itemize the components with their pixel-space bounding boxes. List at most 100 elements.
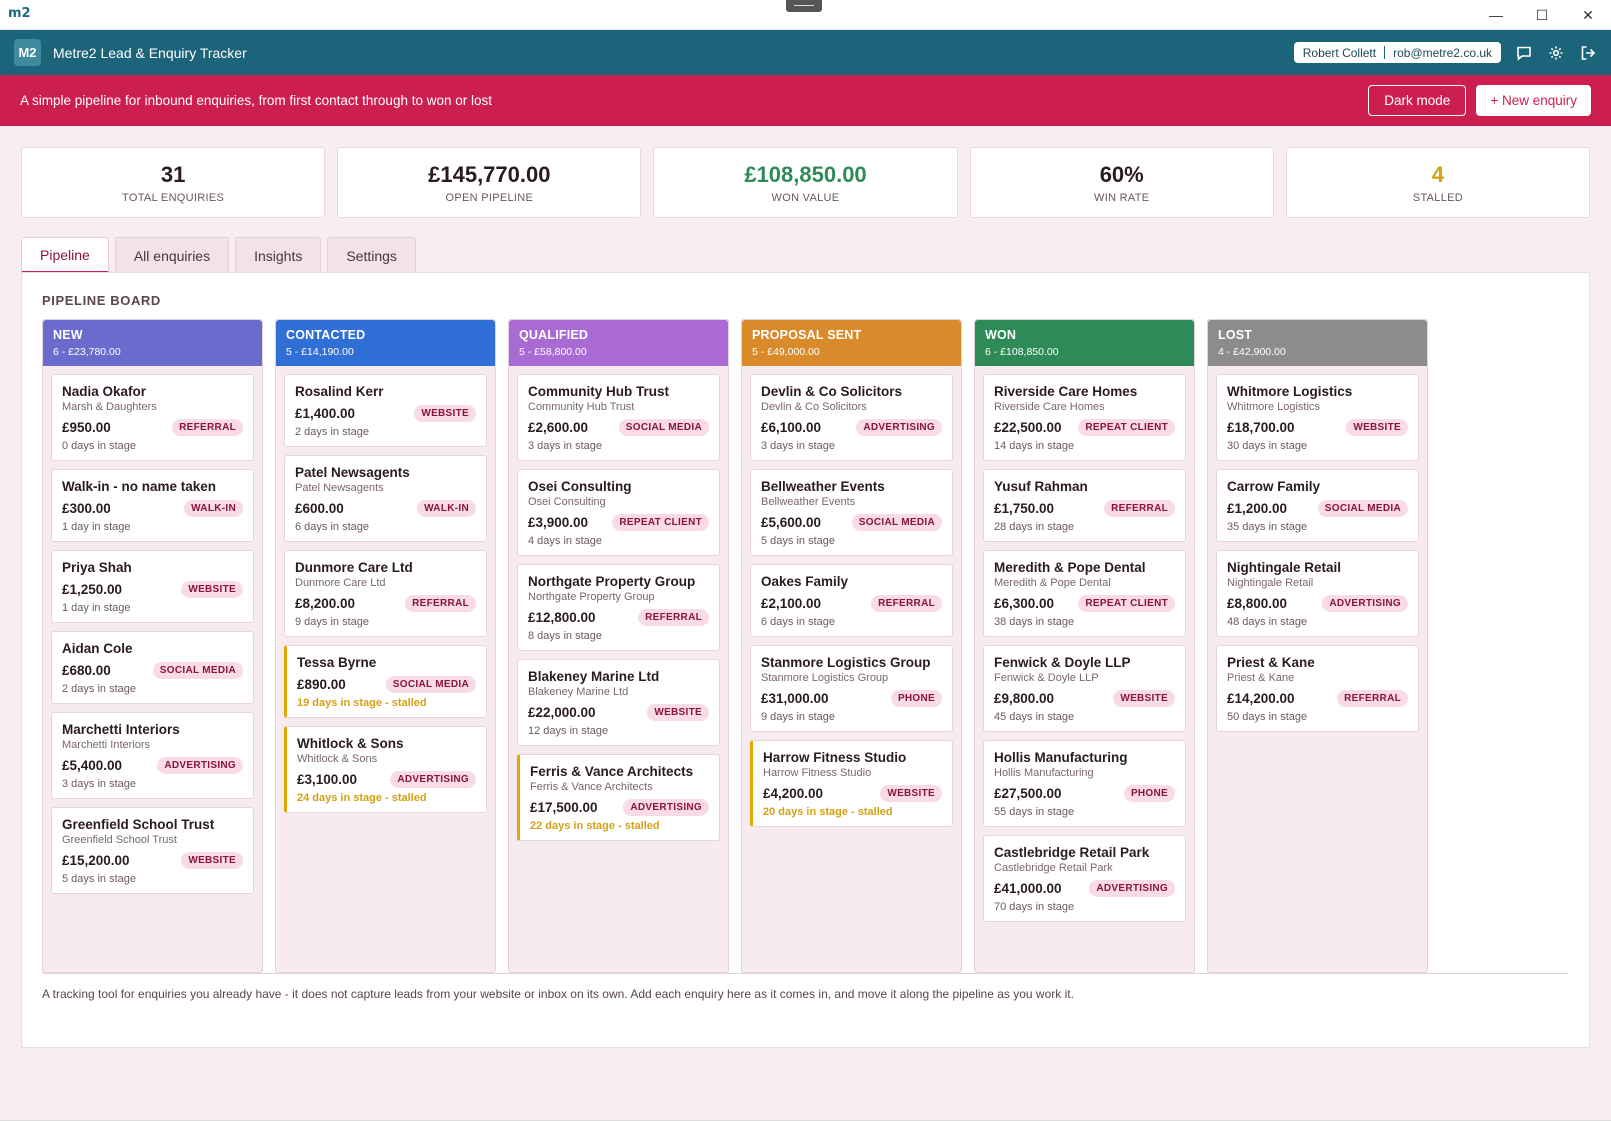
column-name: PROPOSAL SENT: [752, 328, 862, 342]
pipeline-column-lost: LOST 4 - £42,900.00 Whitmore Logistics Whit…: [1207, 319, 1428, 973]
days-in-stage: 9 days in stage: [761, 711, 835, 723]
enquiry-card[interactable]: Greenfield School Trust Greenfield School…: [51, 807, 254, 894]
enquiry-card[interactable]: Harrow Fitness Studio Harrow Fitness Stud…: [750, 740, 953, 827]
column-header: PROPOSAL SENT 5 - £49,000.00: [742, 320, 961, 366]
enquiry-card[interactable]: Rosalind Kerr £1,400.00 WEBSITE 2 days in s…: [284, 374, 487, 447]
tab-insights[interactable]: Insights: [235, 237, 322, 274]
enquiry-card[interactable]: Devlin & Co Solicitors Devlin & Co Solici…: [750, 374, 953, 461]
enquiry-name: Blakeney Marine Ltd: [528, 669, 660, 684]
enquiry-value: £2,100.00: [761, 596, 822, 611]
enquiry-card[interactable]: Castlebridge Retail Park Castlebridge Ret…: [983, 835, 1186, 922]
enquiry-value: £18,700.00: [1227, 420, 1295, 435]
enquiry-card[interactable]: Whitmore Logistics Whitmore Logistics £18,…: [1216, 374, 1419, 461]
source-badge: REPEAT CLIENT: [612, 514, 709, 531]
enquiry-organisation: Bellweather Events: [761, 496, 856, 508]
stat-value: 4: [1431, 161, 1445, 187]
app-icon: m2: [8, 5, 31, 21]
enquiry-card[interactable]: Carrow Family £1,200.00 SOCIAL MEDIA 35 day…: [1216, 469, 1419, 542]
enquiry-card[interactable]: Meredith & Pope Dental Meredith & Pope De…: [983, 550, 1186, 637]
dark-mode-button[interactable]: Dark mode: [1368, 85, 1467, 116]
enquiry-card[interactable]: Tessa Byrne £890.00 SOCIAL MEDIA 19 days in…: [284, 645, 487, 718]
tab-all-enquiries[interactable]: All enquiries: [114, 237, 230, 274]
enquiry-value: £8,800.00: [1227, 596, 1288, 611]
enquiry-card[interactable]: Nightingale Retail Nightingale Retail £8,8…: [1216, 550, 1419, 637]
enquiry-value-row: £300.00 WALK-IN: [62, 500, 243, 517]
enquiry-card[interactable]: Priest & Kane Priest & Kane £14,200.00 REFE…: [1216, 645, 1419, 732]
enquiry-card[interactable]: Osei Consulting Osei Consulting £3,900.00 R…: [517, 469, 720, 556]
enquiry-value: £4,200.00: [763, 786, 824, 801]
enquiry-organisation: Osei Consulting: [528, 496, 606, 508]
source-badge: REPEAT CLIENT: [1078, 595, 1175, 612]
enquiry-value-row: £15,200.00 WEBSITE: [62, 852, 243, 869]
enquiry-card[interactable]: Fenwick & Doyle LLP Fenwick & Doyle LLP £9…: [983, 645, 1186, 732]
enquiry-card[interactable]: Aidan Cole £680.00 SOCIAL MEDIA 2 days in s…: [51, 631, 254, 704]
enquiry-card[interactable]: Northgate Property Group Northgate Proper…: [517, 564, 720, 651]
source-badge: REFERRAL: [405, 595, 476, 612]
enquiry-value: £3,900.00: [528, 515, 589, 530]
enquiry-card[interactable]: Dunmore Care Ltd Dunmore Care Ltd £8,200.0…: [284, 550, 487, 637]
tab-pipeline[interactable]: Pipeline: [21, 237, 109, 274]
enquiry-organisation: Ferris & Vance Architects: [530, 781, 653, 793]
enquiry-card[interactable]: Stanmore Logistics Group Stanmore Logisti…: [750, 645, 953, 732]
pipeline-column-won: WON 6 - £108,850.00 Riverside Care Homes Ri…: [974, 319, 1195, 973]
enquiry-name: Devlin & Co Solicitors: [761, 384, 903, 399]
enquiry-card[interactable]: Nadia Okafor Marsh & Daughters £950.00 REFE…: [51, 374, 254, 461]
enquiry-card[interactable]: Oakes Family £2,100.00 REFERRAL 6 days in s…: [750, 564, 953, 637]
enquiry-card[interactable]: Hollis Manufacturing Hollis Manufacturing…: [983, 740, 1186, 827]
source-badge: PHONE: [1123, 785, 1175, 802]
column-name: CONTACTED: [286, 328, 366, 342]
enquiry-name: Greenfield School Trust: [62, 817, 215, 832]
enquiry-value: £27,500.00: [994, 786, 1062, 801]
enquiry-organisation: Hollis Manufacturing: [994, 767, 1094, 779]
enquiry-card[interactable]: Blakeney Marine Ltd Blakeney Marine Ltd £2…: [517, 659, 720, 746]
gear-icon[interactable]: [1547, 44, 1565, 62]
days-in-stage: 38 days in stage: [994, 616, 1075, 628]
enquiry-card[interactable]: Patel Newsagents Patel Newsagents £600.00 W…: [284, 455, 487, 542]
drag-handle[interactable]: [786, 0, 822, 12]
pipeline-column-contacted: CONTACTED 5 - £14,190.00 Rosalind Kerr £1,4…: [275, 319, 496, 973]
enquiry-name: Priya Shah: [62, 560, 132, 575]
enquiry-card[interactable]: Marchetti Interiors Marchetti Interiors £5…: [51, 712, 254, 799]
days-in-stage: 9 days in stage: [295, 616, 369, 628]
enquiry-card[interactable]: Walk-in - no name taken £300.00 WALK-IN 1 d…: [51, 469, 254, 542]
days-in-stage: 2 days in stage: [62, 683, 136, 695]
close-button[interactable]: ✕: [1565, 0, 1611, 30]
enquiry-value: £22,000.00: [528, 705, 596, 720]
days-in-stage: 28 days in stage: [994, 521, 1075, 533]
enquiry-card[interactable]: Community Hub Trust Community Hub Trust £2…: [517, 374, 720, 461]
user-name: Robert Collett: [1302, 45, 1377, 60]
tab-settings[interactable]: Settings: [327, 237, 416, 274]
enquiry-organisation: Marchetti Interiors: [62, 739, 151, 751]
enquiry-name: Patel Newsagents: [295, 465, 410, 480]
enquiry-card[interactable]: Yusuf Rahman £1,750.00 REFERRAL 28 days in …: [983, 469, 1186, 542]
enquiry-name: Community Hub Trust: [528, 384, 669, 399]
chat-icon[interactable]: [1515, 44, 1533, 62]
new-enquiry-button[interactable]: + New enquiry: [1476, 85, 1591, 116]
source-badge: ADVERTISING: [856, 419, 942, 436]
enquiry-name: Whitmore Logistics: [1227, 384, 1353, 399]
days-in-stage: 1 day in stage: [62, 602, 131, 614]
enquiry-organisation: Patel Newsagents: [295, 482, 384, 494]
enquiry-card[interactable]: Ferris & Vance Architects Ferris & Vance …: [517, 754, 720, 841]
enquiry-name: Bellweather Events: [761, 479, 885, 494]
enquiry-value: £12,800.00: [528, 610, 596, 625]
logout-icon[interactable]: [1579, 44, 1597, 62]
source-badge: WALK-IN: [417, 500, 476, 517]
user-chip[interactable]: Robert Collett rob@metre2.co.uk: [1293, 42, 1501, 63]
enquiry-card[interactable]: Bellweather Events Bellweather Events £5,6…: [750, 469, 953, 556]
enquiry-organisation: Northgate Property Group: [528, 591, 655, 603]
days-in-stage: 8 days in stage: [528, 630, 602, 642]
window-controls: — ☐ ✕: [1473, 0, 1611, 30]
source-badge: SOCIAL MEDIA: [152, 662, 243, 679]
source-badge: REFERRAL: [172, 419, 243, 436]
enquiry-card[interactable]: Whitlock & Sons Whitlock & Sons £3,100.00 A…: [284, 726, 487, 813]
source-badge: WALK-IN: [184, 500, 243, 517]
enquiry-name: Nightingale Retail: [1227, 560, 1342, 575]
maximize-button[interactable]: ☐: [1519, 0, 1565, 30]
enquiry-card[interactable]: Priya Shah £1,250.00 WEBSITE 1 day in stage: [51, 550, 254, 623]
enquiry-card[interactable]: Riverside Care Homes Riverside Care Homes…: [983, 374, 1186, 461]
stat-label: STALLED: [1412, 191, 1464, 204]
minimize-button[interactable]: —: [1473, 0, 1519, 30]
enquiry-value-row: £2,600.00 SOCIAL MEDIA: [528, 419, 709, 436]
enquiry-name: Ferris & Vance Architects: [530, 764, 694, 779]
